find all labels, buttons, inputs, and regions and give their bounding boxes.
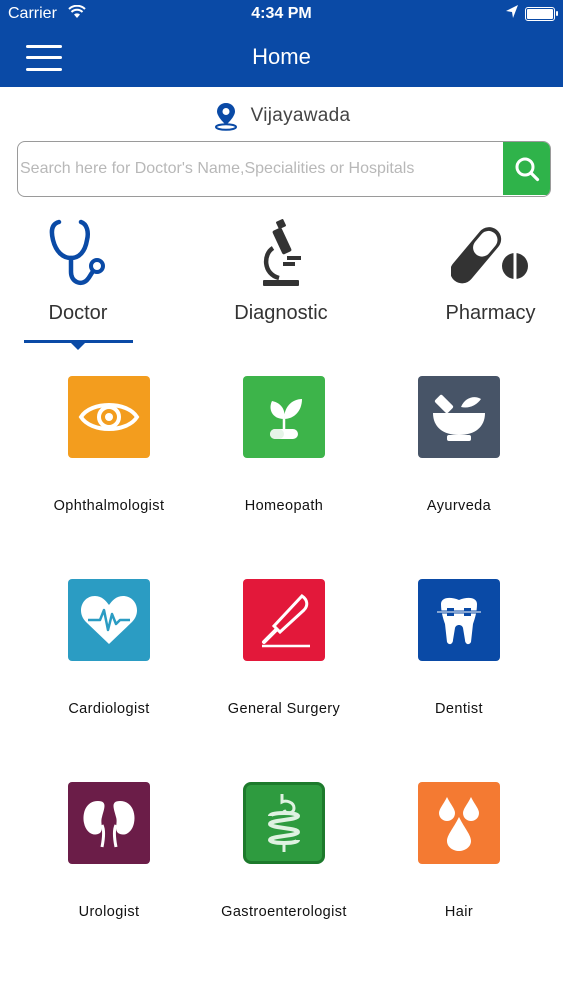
specialty-cardiologist[interactable]: Cardiologist <box>21 579 197 717</box>
specialty-label: General Surgery <box>227 701 341 717</box>
specialty-dentist[interactable]: Dentist <box>371 579 547 717</box>
tooth-braces-icon <box>418 579 500 661</box>
map-pin-icon <box>214 103 237 131</box>
specialty-label: Ophthalmologist <box>53 498 165 514</box>
microscope-icon <box>263 219 301 286</box>
kidneys-icon <box>68 782 150 864</box>
tab-doctor-label: Doctor <box>48 302 108 324</box>
status-time: 4:34 PM <box>251 5 312 22</box>
specialty-label: Urologist <box>78 904 140 920</box>
tab-pharmacy[interactable]: Pharmacy <box>433 218 548 325</box>
stethoscope-icon <box>49 219 105 285</box>
location-city: Vijayawada <box>250 105 351 126</box>
tab-diagnostic[interactable]: Diagnostic <box>216 218 346 325</box>
location-arrow-icon <box>505 4 519 25</box>
oil-drops-icon <box>418 782 500 864</box>
tab-pharmacy-label: Pharmacy <box>445 302 536 324</box>
status-bar: Carrier 4:34 PM <box>0 0 563 30</box>
specialty-label: Dentist <box>435 701 483 717</box>
search-button[interactable] <box>503 142 550 195</box>
tab-diagnostic-label: Diagnostic <box>234 302 328 324</box>
tab-doctor[interactable]: Doctor <box>18 218 138 325</box>
digestive-system-icon <box>243 782 325 864</box>
scalpel-icon <box>243 579 325 661</box>
specialty-label: Gastroenterologist <box>221 904 347 920</box>
eye-icon <box>68 376 150 458</box>
specialty-general-surgery[interactable]: General Surgery <box>196 579 372 717</box>
specialty-urologist[interactable]: Urologist <box>21 782 197 920</box>
battery-icon <box>525 7 558 21</box>
specialty-ayurveda[interactable]: Ayurveda <box>371 376 547 514</box>
specialty-hair[interactable]: Hair <box>371 782 547 920</box>
specialty-label: Cardiologist <box>68 701 150 717</box>
specialty-gastroenterologist[interactable]: Gastroenterologist <box>196 782 372 920</box>
search-input[interactable] <box>18 142 504 195</box>
specialty-ophthalmologist[interactable]: Ophthalmologist <box>21 376 197 514</box>
search-icon <box>515 157 539 181</box>
specialty-label: Homeopath <box>244 498 324 514</box>
mortar-pestle-icon <box>418 376 500 458</box>
specialty-homeopath[interactable]: Homeopath <box>196 376 372 514</box>
heartbeat-icon <box>68 579 150 661</box>
nav-bar: Home <box>0 30 563 87</box>
herbal-capsule-icon <box>243 376 325 458</box>
selected-tab-caret <box>70 342 86 350</box>
location-selector[interactable]: Vijayawada <box>0 100 563 132</box>
pills-icon <box>450 227 528 284</box>
search-bar <box>17 141 551 197</box>
specialty-label: Hair <box>444 904 474 920</box>
page-title: Home <box>252 44 311 69</box>
specialty-label: Ayurveda <box>426 498 492 514</box>
